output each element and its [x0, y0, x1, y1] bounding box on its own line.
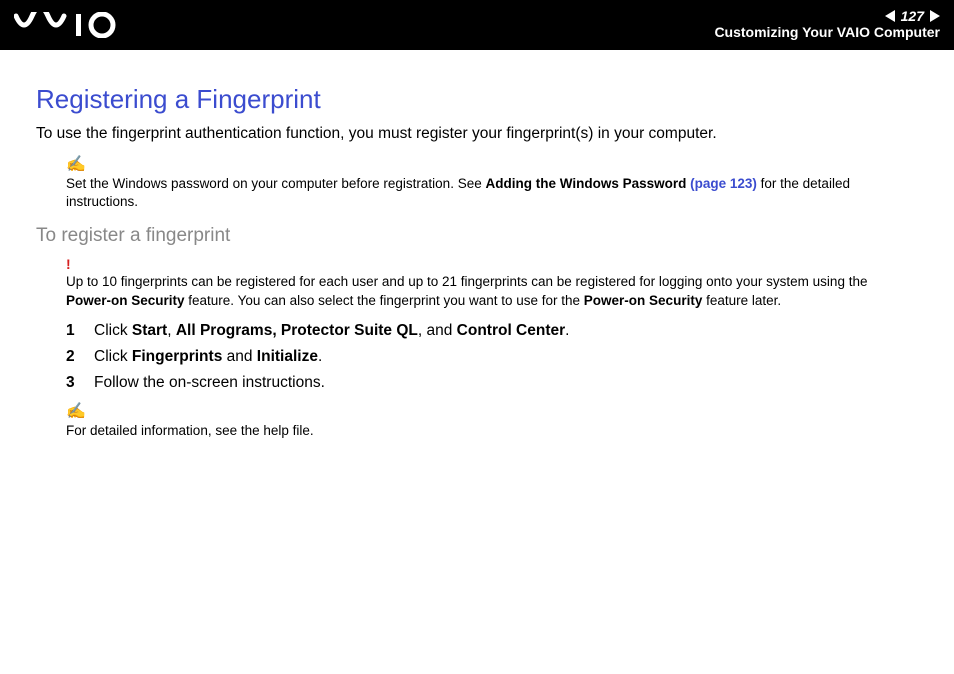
step-text: Follow the on-screen instructions.: [94, 374, 325, 392]
note-text-2: For detailed information, see the help f…: [66, 422, 914, 440]
warning-icon: !: [66, 257, 914, 271]
step-item: 3 Follow the on-screen instructions.: [66, 374, 914, 392]
header-section-title: Customizing Your VAIO Computer: [714, 25, 940, 40]
step-item: 2 Click Fingerprints and Initialize.: [66, 348, 914, 366]
next-page-arrow-icon[interactable]: [930, 10, 940, 22]
pencil-icon: ✍: [66, 157, 914, 173]
note-block-1: ✍ Set the Windows password on your compu…: [66, 157, 914, 211]
note-link-label: Adding the Windows Password: [485, 176, 690, 191]
note-text-1: Set the Windows password on your compute…: [66, 175, 914, 211]
step-item: 1 Click Start, All Programs, Protector S…: [66, 322, 914, 340]
header-right: 127 Customizing Your VAIO Computer: [714, 9, 940, 40]
note-block-2: ✍ For detailed information, see the help…: [66, 404, 914, 440]
header-bar: 127 Customizing Your VAIO Computer: [0, 0, 954, 50]
step-text: Click Start, All Programs, Protector Sui…: [94, 322, 569, 340]
prev-page-arrow-icon[interactable]: [885, 10, 895, 22]
page-content: Registering a Fingerprint To use the fin…: [0, 50, 954, 440]
page-number: 127: [901, 9, 924, 23]
warning-text: Up to 10 fingerprints can be registered …: [66, 273, 914, 309]
step-number: 3: [66, 374, 80, 392]
vaio-logo: [14, 12, 144, 38]
page-title: Registering a Fingerprint: [36, 84, 914, 115]
pencil-icon: ✍: [66, 404, 914, 420]
subheading: To register a fingerprint: [36, 225, 914, 247]
steps-list: 1 Click Start, All Programs, Protector S…: [66, 322, 914, 392]
page-nav: 127: [714, 9, 940, 23]
intro-paragraph: To use the fingerprint authentication fu…: [36, 125, 914, 143]
step-number: 2: [66, 348, 80, 366]
step-number: 1: [66, 322, 80, 340]
page-link-123[interactable]: (page 123): [690, 176, 757, 191]
step-text: Click Fingerprints and Initialize.: [94, 348, 322, 366]
warning-block: ! Up to 10 fingerprints can be registere…: [66, 257, 914, 309]
